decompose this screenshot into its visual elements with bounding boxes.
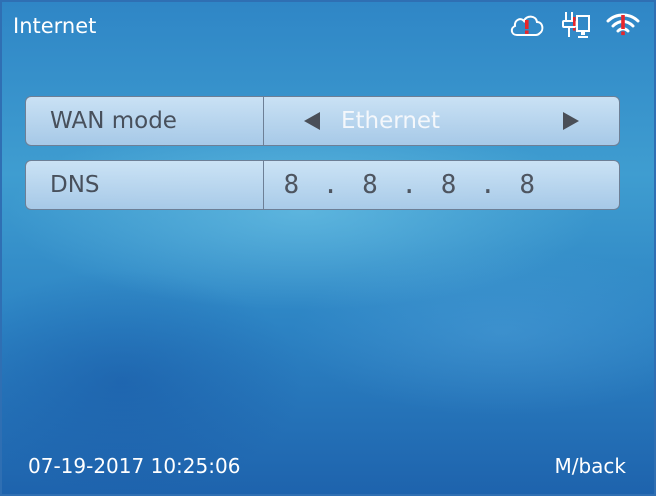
wan-mode-value: Ethernet [341,108,441,134]
previous-option-arrow-icon[interactable] [304,112,320,130]
dns-field[interactable]: 8 . 8 . 8 . 8 [264,161,619,209]
internet-settings-screen: Internet WAN mode Ethernet DNS 8 . 8 . 8… [0,0,656,496]
status-bar [508,11,640,39]
wifi-alert-icon [606,11,640,39]
wan-mode-row[interactable]: WAN mode Ethernet [25,96,620,146]
network-port-icon [560,11,592,39]
back-button[interactable]: M/back [554,454,626,478]
cloud-alert-icon [508,11,546,39]
dns-row[interactable]: DNS 8 . 8 . 8 . 8 [25,160,620,210]
next-option-arrow-icon[interactable] [563,112,579,130]
datetime: 07-19-2017 10:25:06 [28,454,241,478]
dns-label: DNS [26,161,264,209]
wan-mode-label: WAN mode [26,97,264,145]
page-title: Internet [13,14,97,38]
dns-value: 8 . 8 . 8 . 8 [283,170,539,200]
wan-mode-selector[interactable]: Ethernet [264,97,619,145]
